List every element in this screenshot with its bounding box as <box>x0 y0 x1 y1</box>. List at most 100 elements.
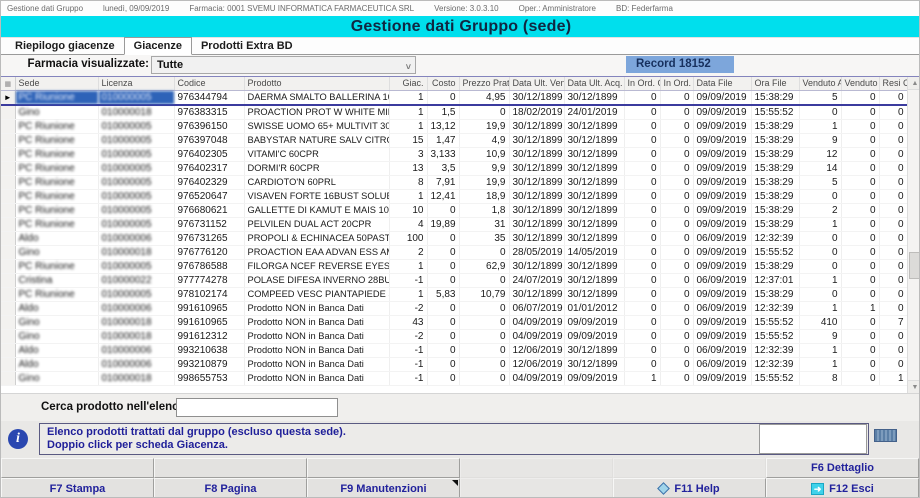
cell-costo[interactable]: 0 <box>427 329 459 343</box>
cell-sede[interactable]: PC Riunione <box>15 133 98 147</box>
cell-costo[interactable]: 0 <box>427 343 459 357</box>
cell-venduto-ac[interactable]: 9 <box>799 133 841 147</box>
cell-licenza[interactable]: 010000018 <box>98 329 174 343</box>
cell-venduto-ac[interactable]: 1 <box>799 217 841 231</box>
table-row[interactable]: Aldo010000006993210638Prodotto NON in Ba… <box>1 343 907 357</box>
cell-prodotto[interactable]: DORMI'R 60CPR <box>244 161 389 175</box>
cell-venduto-ap[interactable]: 0 <box>841 371 879 385</box>
cell-data-ult-acq[interactable]: 30/12/1899 <box>564 231 624 245</box>
cell-venduto-ap[interactable]: 0 <box>841 315 879 329</box>
cell-resi-cli[interactable]: 0 <box>879 329 907 343</box>
cell-data-file[interactable]: 09/09/2019 <box>693 329 751 343</box>
cell-giac[interactable]: 43 <box>389 315 427 329</box>
cell-data-file[interactable]: 09/09/2019 <box>693 189 751 203</box>
cell-data-ult-acq[interactable]: 14/05/2019 <box>564 245 624 259</box>
cell-ora-file[interactable]: 15:38:29 <box>751 175 799 189</box>
cell-giac[interactable]: -2 <box>389 301 427 315</box>
cell-giac[interactable]: 1 <box>389 90 427 105</box>
cell-venduto-ap[interactable]: 0 <box>841 217 879 231</box>
cell-prodotto[interactable]: PROACTION EAA ADVAN ESS AMINO <box>244 245 389 259</box>
cell-prezzo-praticato[interactable]: 0 <box>459 357 509 371</box>
cell-venduto-ac[interactable]: 1 <box>799 301 841 315</box>
table-row[interactable]: Gino010000018976383315PROACTION PROT W W… <box>1 105 907 120</box>
cell-data-file[interactable]: 09/09/2019 <box>693 287 751 301</box>
cell-data-ult-acq[interactable]: 30/12/1899 <box>564 147 624 161</box>
cell-prodotto[interactable]: SWISSE UOMO 65+ MULTIVIT 30CPR <box>244 119 389 133</box>
cell-resi-cli[interactable]: 0 <box>879 175 907 189</box>
cell-costo[interactable]: 0 <box>427 90 459 105</box>
cell-in-ord-dt[interactable]: 0 <box>660 343 693 357</box>
cell-venduto-ac[interactable]: 1 <box>799 343 841 357</box>
table-row[interactable]: Gino010000018991610965Prodotto NON in Ba… <box>1 315 907 329</box>
cell-costo[interactable]: 0 <box>427 231 459 245</box>
cell-in-ord-dt[interactable]: 0 <box>660 119 693 133</box>
scrollbar-thumb[interactable] <box>909 252 920 279</box>
cell-in-ord-gr[interactable]: 0 <box>624 119 660 133</box>
cell-data-ult-vend[interactable]: 18/02/2019 <box>509 105 564 120</box>
cell-resi-cli[interactable]: 0 <box>879 133 907 147</box>
cell-codice[interactable]: 993210638 <box>174 343 244 357</box>
cell-in-ord-dt[interactable]: 0 <box>660 90 693 105</box>
cell-prezzo-praticato[interactable]: 0 <box>459 343 509 357</box>
cell-in-ord-gr[interactable]: 0 <box>624 329 660 343</box>
cell-sede[interactable]: PC Riunione <box>15 161 98 175</box>
cell-data-ult-vend[interactable]: 04/09/2019 <box>509 329 564 343</box>
cell-venduto-ap[interactable]: 1 <box>841 301 879 315</box>
cell-codice[interactable]: 976786588 <box>174 259 244 273</box>
cell-codice[interactable]: 991610965 <box>174 315 244 329</box>
cell-venduto-ap[interactable]: 0 <box>841 105 879 120</box>
cell-resi-cli[interactable]: 0 <box>879 189 907 203</box>
cell-licenza[interactable]: 010000006 <box>98 231 174 245</box>
cell-licenza[interactable]: 010000005 <box>98 133 174 147</box>
cell-licenza[interactable]: 010000005 <box>98 259 174 273</box>
row-selector[interactable] <box>1 273 15 287</box>
row-selector[interactable] <box>1 147 15 161</box>
cell-data-ult-acq[interactable]: 09/09/2019 <box>564 329 624 343</box>
cell-in-ord-gr[interactable]: 0 <box>624 231 660 245</box>
table-row[interactable]: PC Riunione010000005976396150SWISSE UOMO… <box>1 119 907 133</box>
cell-sede[interactable]: Aldo <box>15 343 98 357</box>
cell-in-ord-dt[interactable]: 0 <box>660 371 693 385</box>
cell-sede[interactable]: Aldo <box>15 301 98 315</box>
cell-venduto-ac[interactable]: 1 <box>799 273 841 287</box>
cell-venduto-ac[interactable]: 12 <box>799 147 841 161</box>
cell-in-ord-dt[interactable]: 0 <box>660 287 693 301</box>
cell-data-file[interactable]: 09/09/2019 <box>693 119 751 133</box>
table-row[interactable]: PC Riunione010000005976402329CARDIOTO'N … <box>1 175 907 189</box>
cell-in-ord-dt[interactable]: 0 <box>660 357 693 371</box>
cell-data-file[interactable]: 09/09/2019 <box>693 371 751 385</box>
cell-sede[interactable]: PC Riunione <box>15 217 98 231</box>
table-row[interactable]: ►PC Riunione010000005976344794DAERMA SMA… <box>1 90 907 105</box>
cell-data-ult-acq[interactable]: 01/01/2012 <box>564 301 624 315</box>
cell-venduto-ac[interactable]: 8 <box>799 371 841 385</box>
cell-licenza[interactable]: 010000005 <box>98 175 174 189</box>
cell-in-ord-dt[interactable]: 0 <box>660 161 693 175</box>
cell-codice[interactable]: 976402317 <box>174 161 244 175</box>
cell-in-ord-dt[interactable]: 0 <box>660 329 693 343</box>
cell-giac[interactable]: -1 <box>389 343 427 357</box>
cell-ora-file[interactable]: 15:55:52 <box>751 329 799 343</box>
cell-data-file[interactable]: 06/09/2019 <box>693 343 751 357</box>
cell-costo[interactable]: 3,5 <box>427 161 459 175</box>
cell-venduto-ac[interactable]: 0 <box>799 245 841 259</box>
cell-data-ult-acq[interactable]: 30/12/1899 <box>564 203 624 217</box>
row-selector[interactable] <box>1 175 15 189</box>
cell-data-ult-acq[interactable]: 30/12/1899 <box>564 287 624 301</box>
cell-venduto-ap[interactable]: 0 <box>841 343 879 357</box>
table-row[interactable]: PC Riunione010000005976402317DORMI'R 60C… <box>1 161 907 175</box>
cell-prodotto[interactable]: Prodotto NON in Banca Dati <box>244 371 389 385</box>
row-selector[interactable] <box>1 259 15 273</box>
cell-ora-file[interactable]: 15:38:29 <box>751 133 799 147</box>
cell-venduto-ac[interactable]: 0 <box>799 259 841 273</box>
row-selector[interactable] <box>1 133 15 147</box>
cell-giac[interactable]: -1 <box>389 273 427 287</box>
f6-dettaglio-button[interactable]: F6 Dettaglio <box>766 458 919 478</box>
cell-codice[interactable]: 976731152 <box>174 217 244 231</box>
cell-venduto-ap[interactable]: 0 <box>841 231 879 245</box>
cell-sede[interactable]: PC Riunione <box>15 147 98 161</box>
cell-prezzo-praticato[interactable]: 35 <box>459 231 509 245</box>
cell-resi-cli[interactable]: 7 <box>879 315 907 329</box>
cell-resi-cli[interactable]: 0 <box>879 161 907 175</box>
cell-venduto-ap[interactable]: 0 <box>841 259 879 273</box>
cell-giac[interactable]: 1 <box>389 189 427 203</box>
